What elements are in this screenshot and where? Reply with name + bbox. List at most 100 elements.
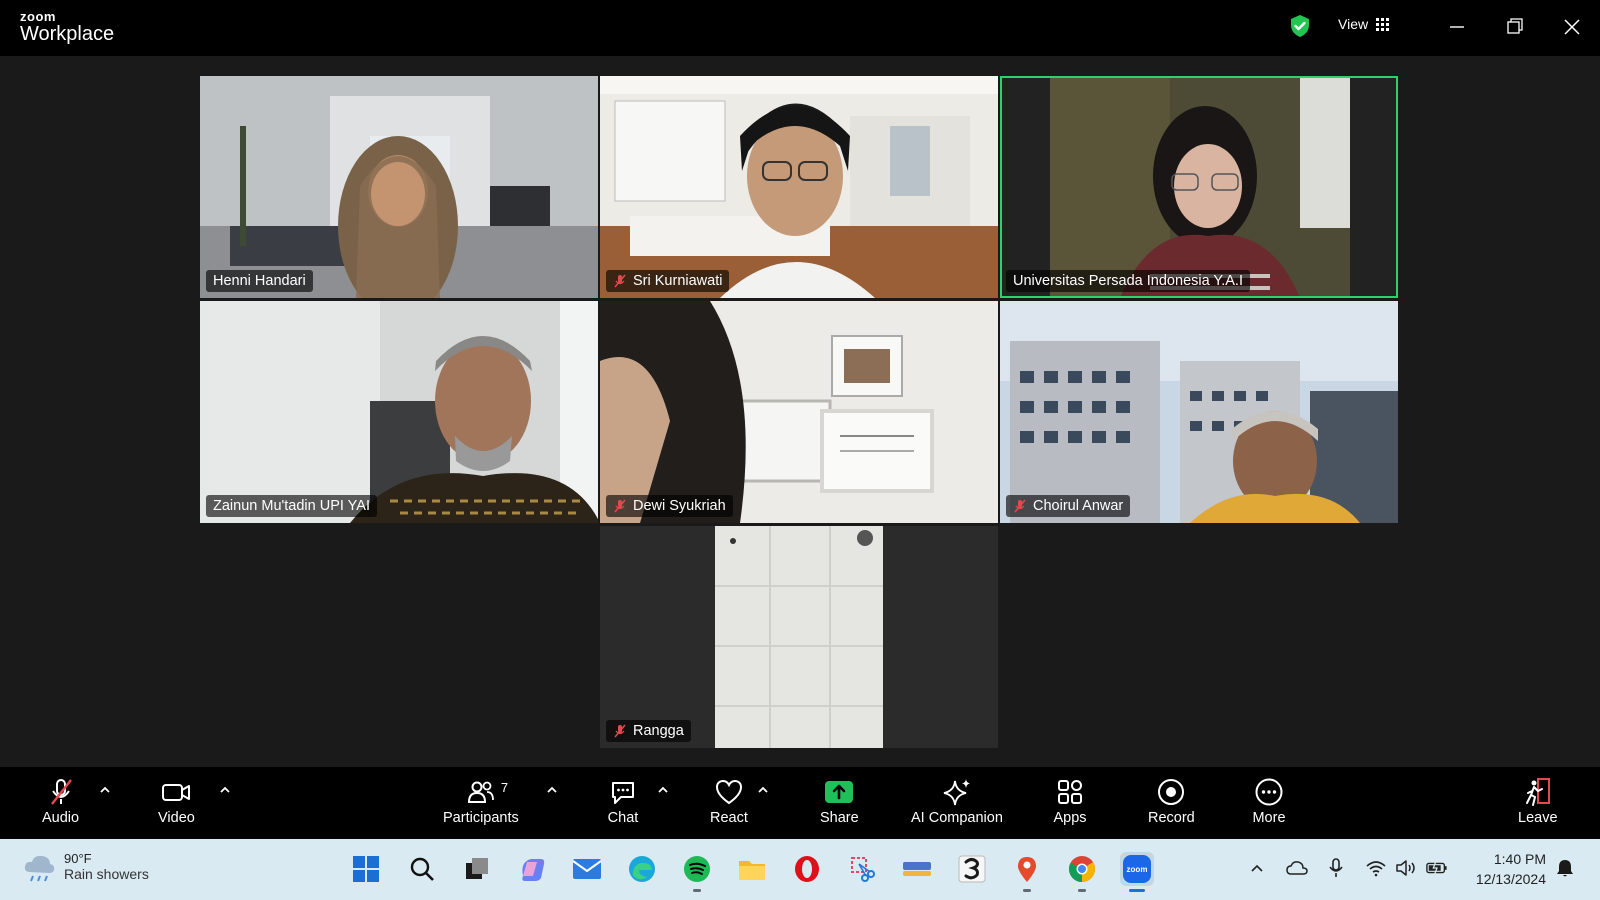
- leave-button[interactable]: Leave: [1518, 777, 1558, 826]
- clock-date: 12/13/2024: [1475, 871, 1546, 887]
- participant-name-tag: Zainun Mu'tadin UPI YAI: [206, 495, 377, 517]
- more-button[interactable]: More: [1252, 777, 1286, 826]
- restore-icon[interactable]: [1500, 12, 1530, 42]
- taskbar-maps[interactable]: [1010, 852, 1044, 892]
- taskbar-copilot[interactable]: [515, 852, 549, 886]
- participant-name: Zainun Mu'tadin UPI YAI: [213, 498, 370, 514]
- view-button[interactable]: View: [1338, 16, 1390, 32]
- participant-name: Dewi Syukriah: [633, 498, 726, 514]
- participant-name: Sri Kurniawati: [633, 273, 723, 289]
- video-tile-universitas-persada[interactable]: Universitas Persada Indonesia Y.A.I: [1000, 76, 1398, 298]
- record-icon: [1158, 779, 1185, 805]
- apps-button[interactable]: Apps: [1053, 777, 1087, 826]
- edge-browser-icon: [629, 856, 655, 882]
- heart-icon: [715, 779, 742, 805]
- audio-button[interactable]: Audio: [42, 777, 79, 826]
- chevron-up-icon: [1251, 864, 1263, 872]
- onedrive-cloud-icon: [1286, 861, 1308, 875]
- video-camera-icon: [162, 784, 191, 801]
- video-tile-henni-handari[interactable]: Henni Handari: [200, 76, 598, 298]
- taskbar-chrome[interactable]: [1065, 852, 1099, 892]
- participant-name-tag: Rangga: [606, 720, 691, 742]
- audio-options-chevron-up-icon[interactable]: [98, 785, 112, 795]
- more-dots-icon: [1255, 778, 1283, 806]
- onedrive-tray[interactable]: [1286, 857, 1308, 879]
- weather-description: Rain showers: [64, 866, 149, 882]
- clock-time: 1:40 PM: [1493, 851, 1546, 867]
- leave-door-icon: [1525, 778, 1550, 806]
- close-icon[interactable]: [1557, 12, 1587, 42]
- muted-mic-icon: [614, 274, 626, 288]
- participant-video-sri: [600, 76, 998, 298]
- record-button[interactable]: Record: [1148, 777, 1195, 826]
- taskbar-opera[interactable]: [790, 852, 824, 886]
- taskbar-kampus-merdeka[interactable]: [900, 852, 934, 886]
- participant-video-zainun: [200, 301, 598, 523]
- video-button[interactable]: Video: [158, 777, 195, 826]
- participant-name-tag: Universitas Persada Indonesia Y.A.I: [1006, 270, 1250, 292]
- react-button[interactable]: React: [710, 777, 748, 826]
- participants-options-chevron-up-icon[interactable]: [545, 785, 559, 795]
- taskbar-zoom[interactable]: zoom: [1120, 852, 1154, 892]
- mic-muted-icon: [50, 779, 72, 805]
- participant-name-tag: Dewi Syukriah: [606, 495, 733, 517]
- taskbar-snipping-tool[interactable]: [845, 852, 879, 886]
- microphone-tray[interactable]: [1325, 857, 1347, 879]
- battery-tray[interactable]: [1426, 857, 1448, 879]
- taskbar-mail[interactable]: [570, 852, 604, 886]
- participants-label: Participants: [443, 810, 519, 826]
- title-bar: zoom Workplace View: [0, 0, 1600, 56]
- video-gallery: Henni Handari Sri Kurniawati Universitas…: [0, 56, 1600, 767]
- zoom-app-icon: zoom: [1123, 855, 1151, 883]
- zoom-workplace-logo: zoom Workplace: [20, 10, 114, 44]
- snipping-tool-icon: [851, 857, 875, 882]
- weather-widget[interactable]: 90°F Rain showers: [22, 851, 149, 882]
- participants-count: 7: [500, 780, 509, 795]
- participant-video-choirul: [1000, 301, 1398, 523]
- search-icon: [410, 857, 434, 881]
- meeting-controls: Audio Video 7 Participants Chat React Sh…: [0, 767, 1600, 839]
- minimize-icon[interactable]: [1442, 12, 1472, 42]
- security-shield-icon[interactable]: [1288, 14, 1312, 38]
- task-view-button[interactable]: [460, 852, 494, 886]
- more-label: More: [1252, 810, 1286, 826]
- notifications-tray[interactable]: [1554, 857, 1576, 879]
- muted-mic-icon: [1014, 499, 1026, 513]
- react-options-chevron-up-icon[interactable]: [756, 785, 770, 795]
- logo-workplace-text: Workplace: [20, 23, 115, 45]
- chat-button[interactable]: Chat: [606, 777, 640, 826]
- share-button[interactable]: Share: [820, 777, 859, 826]
- taskbar-file-explorer[interactable]: [735, 852, 769, 886]
- folder-icon: [739, 861, 765, 880]
- taskbar-search[interactable]: [405, 852, 439, 886]
- video-tile-choirul-anwar[interactable]: Choirul Anwar: [1000, 301, 1398, 523]
- opera-browser-icon: [795, 856, 819, 882]
- video-tile-rangga[interactable]: Rangga: [600, 526, 998, 748]
- grid-view-icon: [1376, 17, 1390, 31]
- participant-video-upi: [1000, 76, 1398, 298]
- network-tray[interactable]: [1365, 857, 1387, 879]
- taskbar-clock[interactable]: 1:40 PM 12/13/2024: [1466, 849, 1546, 889]
- video-options-chevron-up-icon[interactable]: [218, 785, 232, 795]
- taskbar-spotify[interactable]: [680, 852, 714, 892]
- participant-video-dewi: [600, 301, 998, 523]
- start-button[interactable]: [349, 852, 383, 886]
- windows-taskbar: 90°F Rain showers zoom 1:40 PM 12/13/202…: [0, 839, 1600, 900]
- mail-icon: [572, 859, 602, 879]
- taskbar-app-3[interactable]: [955, 852, 989, 886]
- microphone-icon: [1329, 858, 1343, 877]
- taskbar-edge[interactable]: [625, 852, 659, 886]
- volume-tray[interactable]: [1395, 857, 1417, 879]
- video-tile-dewi-syukriah[interactable]: Dewi Syukriah: [600, 301, 998, 523]
- apps-icon: [1058, 780, 1082, 804]
- chat-options-chevron-up-icon[interactable]: [656, 785, 670, 795]
- react-label: React: [710, 810, 748, 826]
- running-indicator: [1078, 889, 1086, 892]
- speaker-volume-icon: [1396, 860, 1415, 876]
- video-tile-sri-kurniawati[interactable]: Sri Kurniawati: [600, 76, 998, 298]
- show-hidden-icons-button[interactable]: [1246, 857, 1268, 879]
- ai-companion-button[interactable]: AI Companion: [911, 777, 1003, 826]
- video-tile-zainun-mutadin[interactable]: Zainun Mu'tadin UPI YAI: [200, 301, 598, 523]
- participants-button[interactable]: 7 Participants: [443, 777, 519, 826]
- participant-name: Universitas Persada Indonesia Y.A.I: [1013, 273, 1243, 289]
